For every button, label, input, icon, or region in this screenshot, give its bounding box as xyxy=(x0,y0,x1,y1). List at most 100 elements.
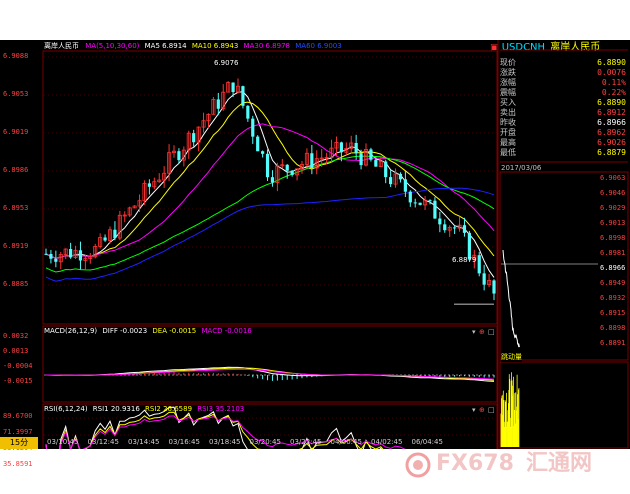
rsi-axis-tick: 71.3997 xyxy=(3,428,33,436)
candle-body xyxy=(256,136,260,152)
time-axis-tick: 04/02:45 xyxy=(371,438,403,446)
candle-body xyxy=(433,200,437,219)
candle-body xyxy=(389,177,393,185)
macd-dea: DEA -0.0015 xyxy=(152,327,197,335)
rsi2-value: RSI2 26.6589 xyxy=(145,405,193,413)
macd-diff: DIFF -0.0023 xyxy=(102,327,148,335)
candle-body xyxy=(246,105,250,119)
pane-menu-icon[interactable]: ▾ xyxy=(472,328,476,336)
candle-body xyxy=(374,159,378,167)
high-price-marker: 6.9076 xyxy=(214,59,239,67)
macd-value: MACD -0.0016 xyxy=(201,327,252,335)
rsi3-value: RSI3 35.2103 xyxy=(197,405,245,413)
intraday-price-line xyxy=(502,249,520,348)
candle-body xyxy=(216,99,220,109)
candle-body xyxy=(413,202,417,204)
price-axis-tick: 6.9053 xyxy=(3,90,29,98)
intraday-axis-tick: 6.8981 xyxy=(600,249,626,257)
intraday-axis-tick: 6.8949 xyxy=(600,279,626,287)
candle-body xyxy=(290,170,294,175)
candle-body xyxy=(384,161,388,178)
watermark-brand: FX678 xyxy=(436,451,514,476)
fx678-logo-icon xyxy=(405,452,431,478)
intraday-axis-tick: 6.8932 xyxy=(600,294,626,302)
candle-body xyxy=(359,153,363,166)
main-chart-frame xyxy=(42,50,498,325)
candle-body xyxy=(428,200,432,202)
candle-body xyxy=(261,151,265,154)
candle-body xyxy=(403,179,407,192)
watermark: FX678 汇通网 xyxy=(400,445,630,490)
macd-axis-tick: 0.0013 xyxy=(3,347,29,355)
candle-body xyxy=(54,258,58,262)
pane-close-icon[interactable]: □ xyxy=(488,328,495,336)
time-axis-tick: 03/20:45 xyxy=(249,438,281,446)
chart-canvas: ▾ ⊕ □ ▾ ⊕ □ xyxy=(42,40,629,449)
rsi-axis-tick: 35.8591 xyxy=(3,460,33,468)
time-axis-tick: 03/18:45 xyxy=(209,438,241,446)
candle-body xyxy=(78,250,83,261)
candle-body xyxy=(418,202,422,205)
candle-body xyxy=(339,142,343,153)
candle-body xyxy=(103,237,107,241)
candle-body xyxy=(265,153,270,178)
rsi1-value: RSI1 20.9316 xyxy=(92,405,140,413)
rsi-title: RSI(6,12,24) xyxy=(44,405,88,413)
candle-body xyxy=(462,225,467,233)
price-axis-tick: 6.9019 xyxy=(3,128,29,136)
price-axis-tick: 6.8953 xyxy=(3,204,29,212)
candle-body xyxy=(398,173,403,180)
candle-body xyxy=(443,224,447,231)
macd-header: MACD(26,12,9) DIFF -0.0023 DEA -0.0015 M… xyxy=(44,327,252,336)
period-selector[interactable]: 15分 xyxy=(0,437,38,449)
pane-settings-icon[interactable]: ⊕ xyxy=(479,406,485,414)
macd-title: MACD(26,12,9) xyxy=(44,327,98,335)
candle-body xyxy=(49,254,53,259)
candle-body xyxy=(251,118,255,137)
time-axis-tick: 03/10:45 xyxy=(47,438,79,446)
candle-body xyxy=(453,227,457,229)
candle-body xyxy=(492,280,496,294)
candle-body xyxy=(285,164,289,171)
intraday-axis-tick: 6.8998 xyxy=(600,234,626,242)
intraday-axis-tick: 6.9013 xyxy=(600,219,626,227)
rsi-axis-tick: 89.6700 xyxy=(3,412,33,420)
price-axis-tick: 6.9088 xyxy=(3,52,29,60)
watermark-name: 汇通网 xyxy=(526,451,593,476)
intraday-axis-tick: 6.9046 xyxy=(600,189,626,197)
pane-settings-icon[interactable]: ⊕ xyxy=(479,328,485,336)
candle-body xyxy=(310,153,314,169)
time-axis-tick: 03/22:45 xyxy=(290,438,322,446)
candle-body xyxy=(69,249,73,258)
trading-terminal: 离岸人民币 MA(5,10,30,60) MA5 6.8914 MA10 6.8… xyxy=(0,40,630,468)
candle-body xyxy=(231,82,235,93)
candle-body xyxy=(477,255,481,274)
macd-axis-tick: -0.0015 xyxy=(3,377,33,385)
macd-frame xyxy=(42,325,498,403)
candle-body xyxy=(192,133,196,143)
candle-body xyxy=(44,253,48,255)
intraday-axis-tick: 6.8898 xyxy=(600,324,626,332)
intraday-axis-tick: 6.8966 xyxy=(600,264,626,272)
intraday-axis-tick: 6.9063 xyxy=(600,174,626,182)
intraday-axis-tick: 6.8915 xyxy=(600,309,626,317)
time-axis-tick: 03/14:45 xyxy=(128,438,160,446)
ma5-line xyxy=(45,91,495,278)
rsi-header: RSI(6,12,24) RSI1 20.9316 RSI2 26.6589 R… xyxy=(44,405,244,414)
time-axis-tick: 03/16:45 xyxy=(168,438,200,446)
macd-axis-tick: -0.0004 xyxy=(3,362,33,370)
intraday-axis-tick: 6.8891 xyxy=(600,339,626,347)
macd-axis-tick: 0.0032 xyxy=(3,332,29,340)
candle-body xyxy=(408,191,412,203)
price-axis-tick: 6.8885 xyxy=(3,280,29,288)
intraday-axis-tick: 6.9029 xyxy=(600,204,626,212)
candle-body xyxy=(354,142,358,154)
candle-body xyxy=(482,273,486,285)
time-axis-tick: 04/00:45 xyxy=(330,438,362,446)
candle-body xyxy=(438,218,442,225)
pane-close-icon[interactable]: □ xyxy=(488,406,495,414)
candle-body xyxy=(147,183,151,187)
pane-menu-icon[interactable]: ▾ xyxy=(472,406,476,414)
time-axis-tick: 03/12:45 xyxy=(87,438,119,446)
price-axis-tick: 6.8986 xyxy=(3,166,29,174)
